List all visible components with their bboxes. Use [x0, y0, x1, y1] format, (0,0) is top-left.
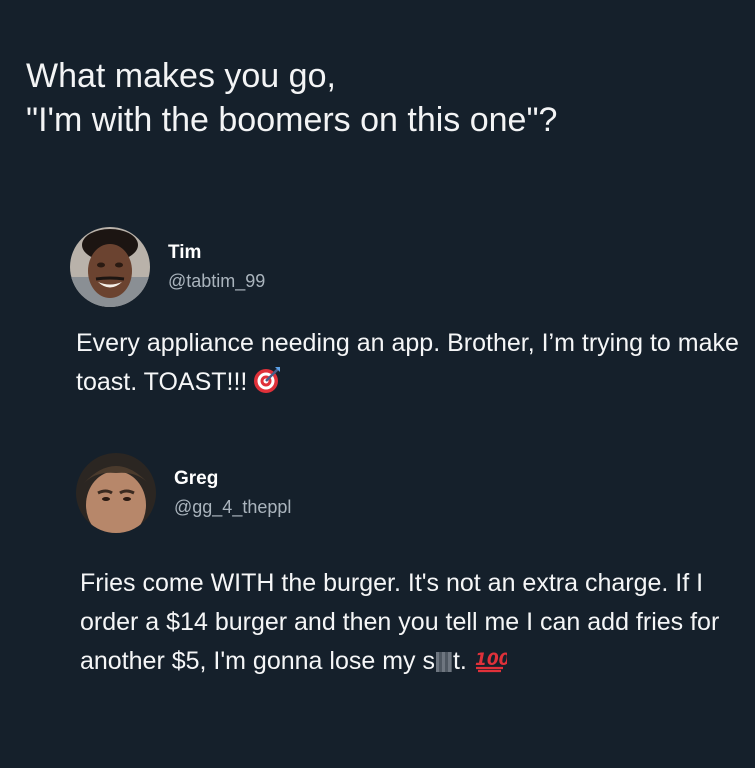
tweet-header: Tim @tabtim_99: [70, 222, 740, 312]
avatar-tim-image: [70, 227, 150, 307]
author-name[interactable]: Tim: [168, 241, 265, 265]
post-title-line-2: "I'm with the boomers on this one"?: [26, 101, 558, 139]
post-title: What makes you go, "I'm with the boomers…: [26, 54, 736, 142]
tweet-text-content: Every appliance needing an app. Brother,…: [76, 329, 739, 396]
avatar-greg-image: [76, 453, 156, 533]
tweet-card: Tim @tabtim_99 Every appliance needing a…: [70, 222, 740, 406]
avatar[interactable]: [76, 453, 156, 533]
author-handle[interactable]: @tabtim_99: [168, 268, 265, 294]
author-info: Greg @gg_4_theppl: [174, 467, 291, 520]
author-name[interactable]: Greg: [174, 467, 291, 491]
tweet-header: Greg @gg_4_theppl: [70, 448, 740, 538]
tweet-text-part-1: Fries come WITH the burger. It's not an …: [80, 569, 720, 675]
tweet-text-part-2: t.: [452, 647, 467, 675]
post-title-line-1: What makes you go,: [26, 57, 336, 95]
censor-block: [435, 652, 452, 672]
direct-hit-icon: [253, 366, 281, 406]
tweet-card: Greg @gg_4_theppl Fries come WITH the bu…: [70, 448, 740, 685]
author-info: Tim @tabtim_99: [168, 241, 265, 294]
avatar[interactable]: [70, 227, 150, 307]
tweet-text: Every appliance needing an app. Brother,…: [76, 324, 740, 406]
author-handle[interactable]: @gg_4_theppl: [174, 494, 291, 520]
hundred-points-icon: 100: [473, 645, 511, 685]
tweet-text: Fries come WITH the burger. It's not an …: [80, 564, 740, 685]
